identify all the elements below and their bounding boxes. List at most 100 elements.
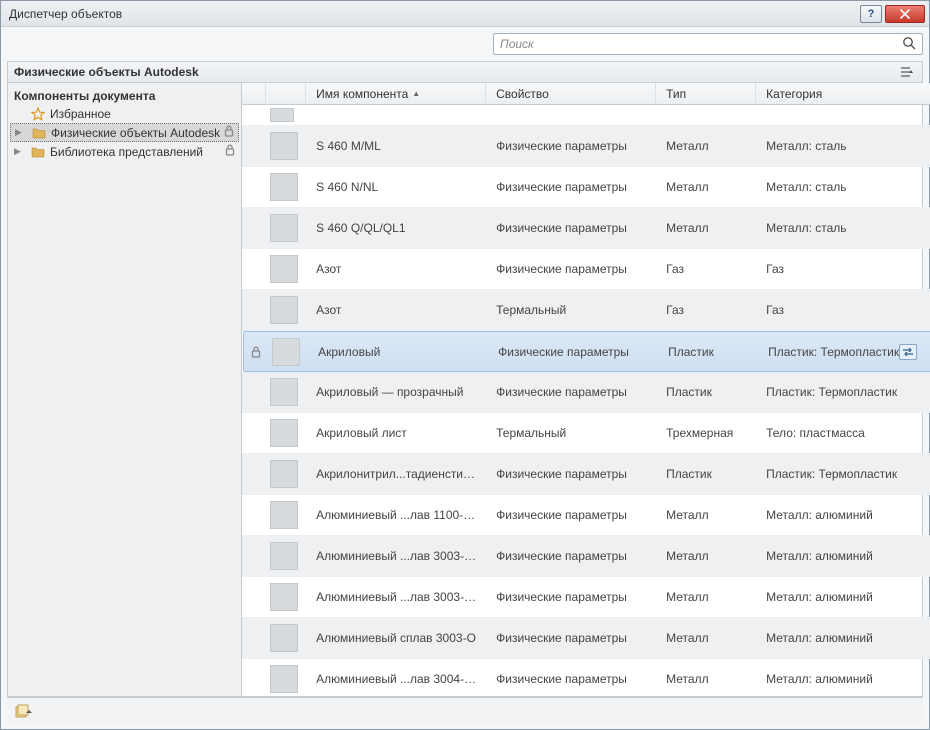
cell-type: Металл: [656, 590, 756, 604]
table-row[interactable]: Алюминиевый сплав 3003-OФизические парам…: [242, 618, 930, 659]
cell-type: Газ: [656, 262, 756, 276]
grid-rows: S 460 M/MLФизические параметрыМеталлМета…: [242, 105, 930, 696]
thumbnail: [270, 542, 298, 570]
cell-type: Пластик: [658, 345, 758, 359]
thumbnail: [270, 296, 298, 324]
cell-name: Алюминиевый сплав 3003-O: [306, 631, 486, 645]
cell-category: Газ: [756, 303, 930, 317]
table-row[interactable]: АзотТермальныйГазГаз: [242, 290, 930, 331]
cell-property: Физические параметры: [488, 345, 658, 359]
cell-property: Физические параметры: [486, 590, 656, 604]
column-stub[interactable]: [242, 83, 266, 104]
thumbnail-cell: [266, 132, 306, 160]
cell-property: Физические параметры: [486, 467, 656, 481]
statusbar: [7, 697, 923, 723]
search-icon[interactable]: [902, 36, 916, 53]
cell-property: Физические параметры: [486, 672, 656, 686]
cell-name: Алюминиевый ...лав 3004-H32: [306, 672, 486, 686]
cell-type: Металл: [656, 139, 756, 153]
cell-property: Физические параметры: [486, 221, 656, 235]
table-row[interactable]: Алюминиевый ...лав 3003-H16Физические па…: [242, 577, 930, 618]
search-input[interactable]: [500, 37, 902, 51]
cell-property: Физические параметры: [486, 631, 656, 645]
expand-icon[interactable]: ▶: [14, 146, 26, 157]
cell-property: Физические параметры: [486, 180, 656, 194]
thumbnail: [272, 338, 300, 366]
cell-name: Алюминиевый ...лав 1100-H18: [306, 508, 486, 522]
table-row[interactable]: Акриловый листТермальныйТрехмернаяТело: …: [242, 413, 930, 454]
column-thumbnail[interactable]: [266, 83, 306, 104]
tree-favorites-label: Избранное: [50, 107, 111, 121]
cell-category: Металл: сталь: [756, 139, 930, 153]
cell-name: S 460 N/NL: [306, 180, 486, 194]
thumbnail: [270, 255, 298, 283]
cell-name: Азот: [306, 303, 486, 317]
tree-item-favorites[interactable]: Избранное: [8, 105, 241, 123]
folder-icon: [31, 127, 47, 139]
help-icon: ?: [868, 8, 875, 20]
column-category[interactable]: Категория: [756, 83, 930, 104]
thumbnail: [270, 583, 298, 611]
view-mode-button[interactable]: [898, 64, 916, 80]
table-row[interactable]: S 460 M/MLФизические параметрыМеталлМета…: [242, 126, 930, 167]
row-action-button[interactable]: [899, 344, 917, 360]
cell-type: Металл: [656, 672, 756, 686]
cell-name: Акриловый лист: [306, 426, 486, 440]
table-row[interactable]: S 460 Q/QL/QL1Физические параметрыМеталл…: [242, 208, 930, 249]
thumbnail-cell: [266, 419, 306, 447]
cell-name: Акриловый — прозрачный: [306, 385, 486, 399]
grid-body: S 460 M/MLФизические параметрыМеталлМета…: [242, 105, 930, 696]
cell-category: Пластик: Термопластик: [756, 385, 930, 399]
column-name[interactable]: Имя компонента ▲: [306, 83, 486, 104]
cell-name: Алюминиевый ...лав 3003-H14: [306, 549, 486, 563]
cell-category: Металл: сталь: [756, 221, 930, 235]
breadcrumb-title: Физические объекты Autodesk: [14, 65, 199, 79]
cell-type: Металл: [656, 631, 756, 645]
thumbnail: [270, 665, 298, 693]
cell-name: S 460 Q/QL/QL1: [306, 221, 486, 235]
cell-category: Металл: алюминий: [756, 631, 930, 645]
table-row[interactable]: АкриловыйФизические параметрыПластикПлас…: [243, 331, 930, 372]
table-row[interactable]: Акриловый — прозрачныйФизические парамет…: [242, 372, 930, 413]
table-row[interactable]: Акрилонитрил...тадиенстиролФизические па…: [242, 454, 930, 495]
column-property[interactable]: Свойство: [486, 83, 656, 104]
cell-property: Термальный: [486, 426, 656, 440]
tree-header-label: Компоненты документа: [14, 89, 155, 103]
title-buttons: ?: [860, 5, 925, 23]
thumbnail: [270, 460, 298, 488]
thumbnail: [270, 378, 298, 406]
star-icon: [30, 107, 46, 121]
column-type[interactable]: Тип: [656, 83, 756, 104]
cell-type: Металл: [656, 549, 756, 563]
cell-type: Трехмерная: [656, 426, 756, 440]
tree-header[interactable]: Компоненты документа: [8, 87, 241, 105]
search-field[interactable]: [493, 33, 923, 55]
table-row[interactable]: Алюминиевый ...лав 3003-H14Физические па…: [242, 536, 930, 577]
cell-category: Пластик: Термопластик: [756, 467, 930, 481]
cell-name: Акрилонитрил...тадиенстирол: [306, 467, 486, 481]
table-row[interactable]: АзотФизические параметрыГазГаз: [242, 249, 930, 290]
dialog-body: Физические объекты Autodesk Компоненты д…: [1, 27, 929, 729]
thumbnail-cell: [266, 542, 306, 570]
cell-type: Пластик: [656, 385, 756, 399]
help-button[interactable]: ?: [860, 5, 882, 23]
table-row[interactable]: Алюминиевый ...лав 3004-H32Физические па…: [242, 659, 930, 696]
main-panel: Компоненты документа Избранное ▶ Физичес…: [7, 83, 923, 697]
thumbnail: [270, 132, 298, 160]
status-menu-button[interactable]: [13, 702, 35, 720]
thumbnail-cell: [266, 296, 306, 324]
cell-category: Пластик: Термопластик: [758, 344, 930, 360]
cell-type: Пластик: [656, 467, 756, 481]
thumbnail-cell: [266, 460, 306, 488]
table-row[interactable]: S 460 N/NLФизические параметрыМеталлМета…: [242, 167, 930, 208]
expand-icon[interactable]: ▶: [15, 127, 27, 138]
cell-type: Металл: [656, 221, 756, 235]
tree-physical-label: Физические объекты Autodesk: [51, 126, 220, 140]
cell-property: Физические параметры: [486, 508, 656, 522]
thumbnail: [270, 419, 298, 447]
table-row[interactable]: Алюминиевый ...лав 1100-H18Физические па…: [242, 495, 930, 536]
tree-item-physical[interactable]: ▶ Физические объекты Autodesk: [10, 123, 239, 142]
close-button[interactable]: [885, 5, 925, 23]
tree-item-library[interactable]: ▶ Библиотека представлений: [8, 142, 241, 161]
cell-category: Металл: алюминий: [756, 590, 930, 604]
